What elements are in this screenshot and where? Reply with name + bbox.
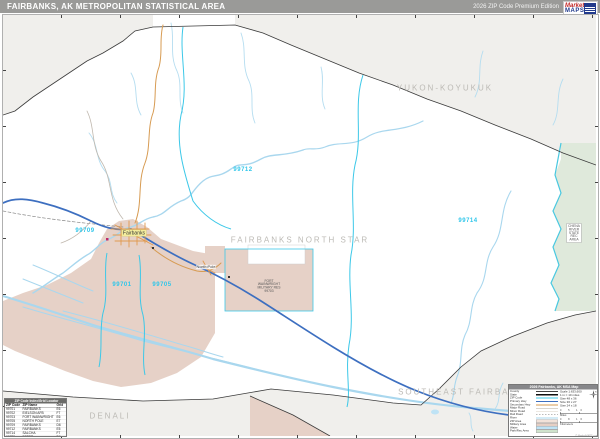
zip-index-cell: FAIRBANKS	[22, 423, 41, 428]
zip-index-cell: FAIRBANKS	[22, 427, 41, 432]
zip-index-cell: 99714	[6, 431, 16, 436]
legend-item-sample	[536, 417, 558, 419]
map-legend: 2026 Fairbanks, AK MSA Map County State ZI…	[508, 384, 598, 437]
zip-index-table: ZIP Code Index/Grid Locator ZIP Code ZIP…	[4, 398, 67, 437]
legend-item-sample	[536, 411, 558, 412]
page-title: FAIRBANKS, AK METROPOLITAN STATISTICAL A…	[7, 2, 226, 11]
legend-item-sample	[536, 404, 558, 406]
map-page: FAIRBANKS, AK METROPOLITAN STATISTICAL A…	[0, 0, 600, 439]
zip-label-99709: 99709	[75, 228, 95, 234]
legend-item-sample	[536, 401, 558, 403]
compass-rose-icon: N	[589, 390, 597, 399]
legend-credit: © MarketMAPS.com	[575, 434, 598, 437]
legend-item-sample	[536, 429, 558, 433]
zip-index-cell: SALCHA	[22, 431, 36, 436]
scalebar-miles: 0 5 10 Miles	[560, 409, 597, 417]
map-geometry-svg	[3, 15, 596, 436]
zip-index-cell: 99712	[6, 427, 16, 432]
logo-wordmark: Market MAPS	[565, 3, 584, 14]
zip-index-cell: E7	[56, 419, 61, 424]
scalebar-km-bar	[560, 421, 597, 423]
grid-ticks-left	[3, 15, 6, 436]
scalebar-miles-label: Miles	[560, 414, 567, 417]
legend-item-sample	[536, 414, 558, 415]
zip-index-rows: 99701 FAIRBANKS E6 99702 EIELSON AFB F7 99703 F…	[5, 407, 67, 437]
zip-index-cell: D6	[57, 436, 67, 437]
zip-label-99705: 99705	[152, 282, 172, 288]
grid-ticks-top	[3, 15, 596, 18]
zip-index-cell: 99702	[6, 411, 16, 416]
grid-ticks-right	[595, 15, 598, 436]
region-label-fairbanks-north-star: FAIRBANKS NORTH STAR	[230, 235, 370, 245]
military-cutout-white	[247, 244, 306, 265]
zip-index-cell: FAIRBANKS	[22, 407, 41, 412]
legend-item-sample	[536, 391, 558, 393]
legend-item-sample	[536, 394, 558, 396]
zip-label-99712: 99712	[233, 167, 253, 173]
zip-label-99714: 99714	[458, 218, 478, 224]
zip-index-cell: FORT WAINWRIGHT	[22, 415, 54, 420]
zip-index-cell: E5	[56, 427, 61, 432]
zip-index-cell: F7	[56, 411, 61, 416]
zip-index-cell: 99705	[6, 419, 16, 424]
legend-info-line: Size 24 x 18	[560, 404, 577, 408]
zip-index-row: 99725ESTERD6	[5, 436, 67, 437]
zip-index-cell: E6	[56, 407, 61, 412]
zip-index-cell: 99709	[6, 423, 16, 428]
legend-item: Park/Rec Area	[510, 429, 560, 433]
zip-index-col-grid: Grid	[56, 403, 64, 408]
scalebar-km-label: Kilometers	[560, 423, 573, 426]
zip-index-cell: NORTH POLE	[22, 419, 44, 424]
zip-index-col-name: ZIP Name	[22, 403, 38, 408]
title-bar: FAIRBANKS, AK METROPOLITAN STATISTICAL A…	[0, 0, 600, 13]
zip-index-cell: EIELSON AFB	[22, 411, 44, 416]
region-label-denali: DENALI	[89, 411, 131, 421]
zip-index-cell: ESTER	[23, 436, 57, 437]
legend-item-sample	[536, 407, 558, 409]
zip-index-col-zip: ZIP Code	[6, 403, 21, 408]
airport-icon	[106, 238, 109, 241]
edition-label: 2026 ZIP Code Premium Edition	[473, 4, 559, 10]
scalebar-km: 0 8 16 Kilometers	[560, 418, 597, 426]
zip-index-cell: 99725	[5, 436, 23, 437]
region-label-yukon-koyukuk: YUKON-KOYUKUK	[396, 83, 494, 93]
zip-label-99701: 99701	[112, 282, 132, 288]
legend-items: County State ZIP Code Primary Hwy Secondary …	[510, 390, 560, 433]
legend-item-label: Park/Rec Area	[510, 429, 529, 433]
compass-n-label: N	[595, 392, 597, 394]
city-label-fairbanks: Fairbanks	[121, 229, 147, 237]
area-label-chena-rec: CHENA RIVER STATE REC AREA	[566, 223, 582, 243]
zip-index-cell: 99701	[6, 407, 16, 412]
area-label-fort-wainwright: FORT WAINWRIGHT MILITARY RES 99703	[257, 278, 281, 293]
zip-index-cell: E6	[56, 415, 61, 420]
zip-index-cell: D6	[56, 423, 61, 428]
legend-item-sample	[536, 397, 558, 399]
zip-index-cell: 99703	[6, 415, 16, 420]
city-label-north-pole: North Pole	[196, 264, 216, 270]
map-canvas: YUKON-KOYUKUK FAIRBANKS NORTH STAR SOUTH…	[2, 14, 599, 439]
zip-index-cell: F7	[56, 431, 61, 436]
scalebar-miles-bar	[560, 412, 597, 414]
